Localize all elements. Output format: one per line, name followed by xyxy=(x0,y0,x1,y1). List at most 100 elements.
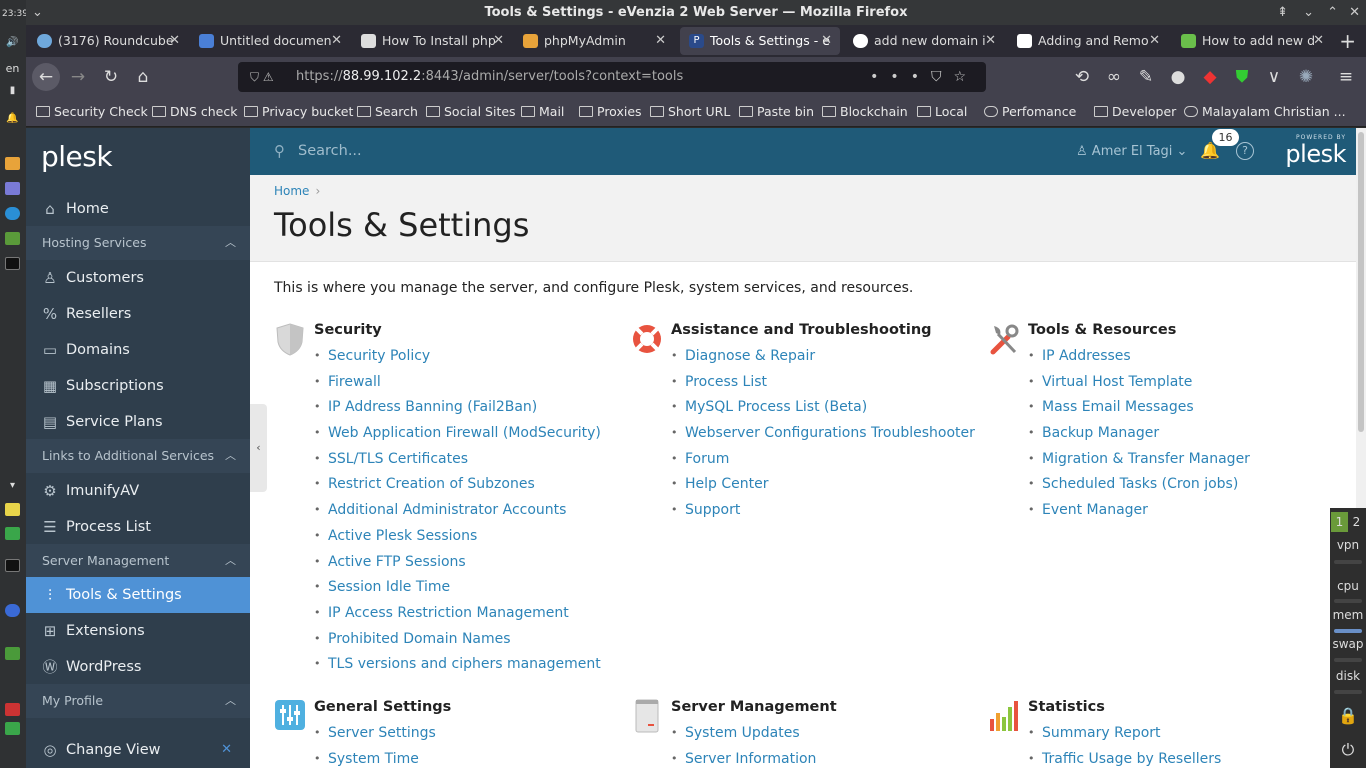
tab-install-php[interactable]: How To Install php ✕ xyxy=(352,27,512,55)
bookmark-folder[interactable]: Local xyxy=(917,97,967,127)
link-event-manager[interactable]: Event Manager xyxy=(1028,502,1250,528)
link-restrict-subzones[interactable]: Restrict Creation of Subzones xyxy=(314,476,601,502)
bookmark-folder[interactable]: DNS check xyxy=(152,97,237,127)
link-diagnose-repair[interactable]: Diagnose & Repair xyxy=(671,348,975,374)
forward-button[interactable]: → xyxy=(64,63,92,91)
bookmark-folder[interactable]: Mail xyxy=(521,97,564,127)
power-icon[interactable]: ⏻ xyxy=(1330,740,1366,760)
link-active-plesk-sessions[interactable]: Active Plesk Sessions xyxy=(314,528,601,554)
link-system-time[interactable]: System Time xyxy=(314,751,436,768)
pin-icon[interactable]: ⇞ xyxy=(1277,0,1288,25)
shield-extension-icon[interactable]: ⛊ xyxy=(1228,63,1256,91)
workspace-1[interactable]: 1 xyxy=(1331,512,1348,532)
sidebar-item-process-list[interactable]: ☰ Process List xyxy=(26,509,250,545)
sidebar-item-change-view[interactable]: ◎ Change View ✕ xyxy=(26,732,250,768)
volume-icon[interactable]: 🔊 xyxy=(5,36,20,49)
app-icon-4[interactable] xyxy=(5,232,20,245)
tab-how-to-add-domain[interactable]: How to add new d ✕ xyxy=(1172,27,1332,55)
breadcrumb-home[interactable]: Home xyxy=(274,184,309,198)
tab-phpmyadmin[interactable]: phpMyAdmin ✕ xyxy=(514,27,674,55)
app-icon-2[interactable] xyxy=(5,182,20,195)
skype-icon[interactable] xyxy=(5,207,20,220)
link-active-ftp-sessions[interactable]: Active FTP Sessions xyxy=(314,554,601,580)
search-input[interactable]: ⚲ Search... xyxy=(274,128,774,175)
bookmark-folder[interactable]: Proxies xyxy=(579,97,642,127)
help-icon[interactable]: ? xyxy=(1236,142,1254,160)
lock-icon[interactable]: 🔒 xyxy=(1330,706,1366,725)
bookmark-folder[interactable]: Security Check xyxy=(36,97,148,127)
bookmark-folder[interactable]: Short URL xyxy=(650,97,730,127)
link-server-settings[interactable]: Server Settings xyxy=(314,725,436,751)
extension-v-icon[interactable]: ∨ xyxy=(1260,63,1288,91)
tab-close-icon[interactable]: ✕ xyxy=(1313,27,1324,55)
link-virtual-host-template[interactable]: Virtual Host Template xyxy=(1028,374,1250,400)
sidebar-group-links[interactable]: Links to Additional Services ︿ xyxy=(26,439,250,473)
tracking-protection-icon[interactable]: ⛉ ⚠ xyxy=(250,62,274,92)
tab-close-icon[interactable]: ✕ xyxy=(493,27,504,55)
tab-add-new-domain[interactable]: add new domain i ✕ xyxy=(844,27,1004,55)
tab-roundcube[interactable]: (3176) Roundcube ✕ xyxy=(28,27,188,55)
bookmark-folder[interactable]: Social Sites xyxy=(426,97,516,127)
sidebar-group-profile[interactable]: My Profile ︿ xyxy=(26,684,250,718)
bookmark-link[interactable]: Malayalam Christian ... xyxy=(1184,97,1346,127)
bookmark-folder[interactable]: Privacy bucket xyxy=(244,97,353,127)
minimize-icon[interactable]: ⌄ xyxy=(1303,0,1314,25)
sidebar-item-extensions[interactable]: ⊞ Extensions xyxy=(26,613,250,649)
bookmark-folder[interactable]: Search xyxy=(357,97,418,127)
sidebar-item-imunifyav[interactable]: ⚙ ImunifyAV xyxy=(26,473,250,509)
sidebar-item-service-plans[interactable]: ▤ Service Plans xyxy=(26,404,250,440)
sidebar-item-domains[interactable]: ▭ Domains xyxy=(26,332,250,368)
files-icon[interactable] xyxy=(5,647,20,660)
link-system-updates[interactable]: System Updates xyxy=(671,725,816,751)
link-migration-manager[interactable]: Migration & Transfer Manager xyxy=(1028,451,1250,477)
link-summary-report[interactable]: Summary Report xyxy=(1028,725,1221,751)
link-security-policy[interactable]: Security Policy xyxy=(314,348,601,374)
link-prohibited-domains[interactable]: Prohibited Domain Names xyxy=(314,631,601,657)
terminal-icon-2[interactable] xyxy=(5,559,20,572)
workspace-2[interactable]: 2 xyxy=(1348,512,1365,532)
bookmark-link[interactable]: Perfomance xyxy=(984,97,1076,127)
link-ip-addresses[interactable]: IP Addresses xyxy=(1028,348,1250,374)
link-mass-email[interactable]: Mass Email Messages xyxy=(1028,399,1250,425)
maximize-icon[interactable]: ⌃ xyxy=(1327,0,1338,25)
link-ssl-certificates[interactable]: SSL/TLS Certificates xyxy=(314,451,601,477)
tab-tools-settings[interactable]: P Tools & Settings - e ✕ xyxy=(680,27,840,55)
tab-close-icon[interactable]: ✕ xyxy=(169,27,180,55)
back-button[interactable]: ← xyxy=(32,63,60,91)
tab-close-icon[interactable]: ✕ xyxy=(1149,27,1160,55)
close-window-icon[interactable]: ✕ xyxy=(1349,0,1360,25)
bookmark-folder[interactable]: Paste bin xyxy=(739,97,814,127)
user-menu[interactable]: ♙ Amer El Tagi ⌄ xyxy=(1076,128,1187,175)
link-session-idle-time[interactable]: Session Idle Time xyxy=(314,579,601,605)
reload-button[interactable]: ↻ xyxy=(97,63,125,91)
app-icon-red[interactable] xyxy=(5,703,20,716)
extension-circle-icon[interactable]: ● xyxy=(1164,63,1192,91)
link-admin-accounts[interactable]: Additional Administrator Accounts xyxy=(314,502,601,528)
notes-icon[interactable] xyxy=(5,503,20,516)
link-traffic-usage-resellers[interactable]: Traffic Usage by Resellers xyxy=(1028,751,1221,768)
tab-adding-removing[interactable]: Adding and Remo ✕ xyxy=(1008,27,1168,55)
link-forum[interactable]: Forum xyxy=(671,451,975,477)
sidebar-group-server[interactable]: Server Management ︿ xyxy=(26,544,250,578)
wrench-icon[interactable]: ✎ xyxy=(1132,63,1160,91)
scrollbar-thumb[interactable] xyxy=(1358,132,1364,432)
sidebar-item-customers[interactable]: ♙ Customers xyxy=(26,260,250,296)
wifi-icon[interactable]: ▾ xyxy=(5,479,20,492)
sidebar-item-tools-settings[interactable]: ⫶ Tools & Settings xyxy=(26,577,250,613)
notification-icon[interactable]: 🔔 xyxy=(5,112,20,125)
check-icon[interactable] xyxy=(5,527,20,540)
bookmark-folder[interactable]: Developer xyxy=(1094,97,1176,127)
tab-close-icon[interactable]: ✕ xyxy=(821,27,832,55)
link-mysql-process-list[interactable]: MySQL Process List (Beta) xyxy=(671,399,975,425)
tab-untitled-document[interactable]: Untitled documen ✕ xyxy=(190,27,350,55)
tab-close-icon[interactable]: ✕ xyxy=(985,27,996,55)
app-icon-1[interactable] xyxy=(5,157,20,170)
bookmark-folder[interactable]: Blockchain xyxy=(822,97,908,127)
link-ip-access-restriction[interactable]: IP Access Restriction Management xyxy=(314,605,601,631)
private-mask-icon[interactable]: ∞ xyxy=(1100,63,1128,91)
link-backup-manager[interactable]: Backup Manager xyxy=(1028,425,1250,451)
notification-badge[interactable]: 16 xyxy=(1212,129,1239,146)
terminal-icon[interactable] xyxy=(5,257,20,270)
link-server-information[interactable]: Server Information xyxy=(671,751,816,768)
link-scheduled-tasks[interactable]: Scheduled Tasks (Cron jobs) xyxy=(1028,476,1250,502)
